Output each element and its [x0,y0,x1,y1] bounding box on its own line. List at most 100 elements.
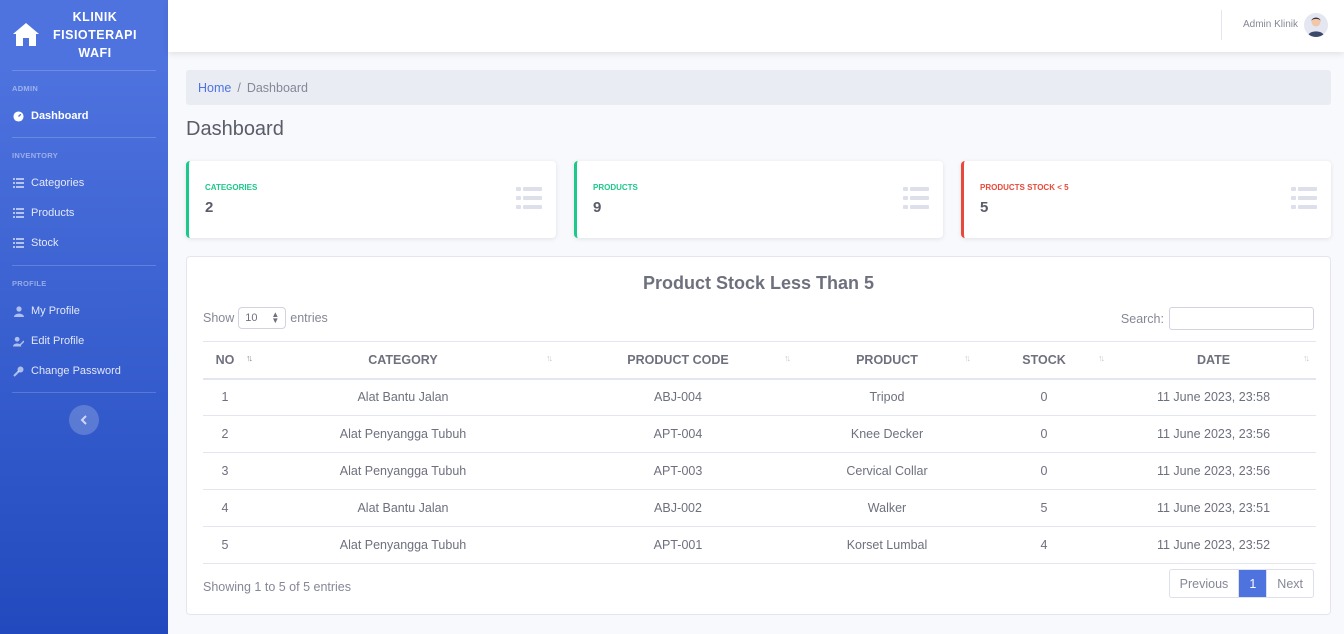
table-row: 3 Alat Penyangga Tubuh APT-003 Cervical … [203,452,1316,490]
sort-icon: ↑↓ [1098,353,1105,363]
column-header-category[interactable]: CATEGORY ↑↓ [247,341,559,380]
card-products-low-stock: PRODUCTS STOCK < 5 5 [961,161,1331,238]
cell-category: Alat Bantu Jalan [247,489,559,527]
show-label: Show [203,311,235,325]
low-stock-table-card: Product Stock Less Than 5 Show 10 ▲ ▼ ent… [186,256,1331,615]
cell-product-code: APT-003 [559,452,797,490]
column-header-stock[interactable]: STOCK ↑↓ [977,341,1111,380]
sidebar-heading-admin: ADMIN [12,84,39,93]
breadcrumb: Home / Dashboard [186,70,1331,105]
cell-product-code: APT-004 [559,415,797,453]
sidebar-item-label: Change Password [31,365,121,377]
card-label: PRODUCTS [593,183,638,192]
cell-product: Walker [797,489,977,527]
list-icon [13,208,24,219]
sidebar-item-categories[interactable]: Categories [0,168,168,198]
chevron-left-icon [80,415,87,425]
low-stock-table: NO ↑↓ CATEGORY ↑↓ PRODUCT CODE ↑↓ PRODUCT ↑↓… [203,341,1316,564]
topbar: Admin Klinik [168,0,1344,52]
cell-product: Korset Lumbal [797,526,977,564]
column-header-date[interactable]: DATE ↑↓ [1111,341,1316,380]
card-label: CATEGORIES [205,183,258,192]
cell-stock: 0 [977,378,1111,416]
sidebar-item-label: Edit Profile [31,335,85,347]
cell-no: 3 [203,452,247,490]
column-header-product[interactable]: PRODUCT ↑↓ [797,341,977,380]
list-icon [516,187,542,209]
sidebar-toggle-button[interactable] [69,405,99,435]
sidebar-item-edit-profile[interactable]: Edit Profile [0,326,168,356]
cell-no: 5 [203,526,247,564]
entries-label: entries [290,311,328,325]
cell-no: 4 [203,489,247,527]
avatar[interactable] [1304,13,1328,37]
table-title: Product Stock Less Than 5 [642,273,875,293]
list-icon [903,187,929,209]
cell-no: 1 [203,378,247,416]
sidebar-item-label: Categories [31,177,85,189]
sidebar-item-stock[interactable]: Stock [0,228,168,258]
sort-icon: ↑↓ [546,353,553,363]
table-row: 4 Alat Bantu Jalan ABJ-002 Walker 5 11 J… [203,489,1316,527]
card-value: 9 [593,199,602,216]
cell-product-code: APT-001 [559,526,797,564]
sidebar-divider [12,392,156,393]
sort-icon: ↑↓ [964,353,971,363]
cell-product-code: ABJ-004 [559,378,797,416]
cell-no: 2 [203,415,247,453]
brand-title: KLINIK FISIOTERAPI WAFI [53,10,137,60]
sort-icon: ↑↓ [784,353,791,363]
cell-stock: 0 [977,415,1111,453]
dashboard-icon [13,110,24,122]
cell-stock: 4 [977,526,1111,564]
next-page-button[interactable]: Next [1266,570,1313,597]
card-value: 5 [980,199,989,216]
page-title: Dashboard [186,118,284,140]
previous-page-button[interactable]: Previous [1170,570,1240,597]
brand[interactable]: KLINIK FISIOTERAPI WAFI [0,0,168,70]
card-products: PRODUCTS 9 [574,161,943,238]
cell-product: Tripod [797,378,977,416]
search-input[interactable] [1169,307,1314,330]
search-label: Search: [1120,311,1164,326]
user-name[interactable]: Admin Klinik [1243,19,1298,30]
sidebar: KLINIK FISIOTERAPI WAFI ADMIN Dashboard … [0,0,168,634]
page-1-button[interactable]: 1 [1239,570,1267,597]
list-icon [1291,187,1317,209]
user-avatar-icon [1304,13,1328,37]
cell-product: Cervical Collar [797,452,977,490]
sidebar-item-dashboard[interactable]: Dashboard [0,101,168,131]
sidebar-item-label: Stock [31,237,59,249]
user-icon [13,305,24,317]
breadcrumb-separator: / [237,80,241,95]
page-size-value: 10 [245,312,258,324]
cell-date: 11 June 2023, 23:52 [1111,526,1316,564]
sidebar-heading-inventory: INVENTORY [12,151,59,160]
user-edit-icon [13,336,24,347]
table-info: Showing 1 to 5 of 5 entries [203,580,352,594]
show-entries: Show 10 ▲ ▼ entries [203,307,328,329]
cell-product: Knee Decker [797,415,977,453]
sidebar-item-my-profile[interactable]: My Profile [0,296,168,326]
sidebar-item-label: Dashboard [31,110,89,122]
card-label: PRODUCTS STOCK < 5 [980,183,1069,192]
cell-date: 11 June 2023, 23:56 [1111,415,1316,453]
sort-caret-icon: ▲ ▼ [271,310,280,325]
sort-icon: ↑↓ [1303,353,1310,363]
cell-date: 11 June 2023, 23:51 [1111,489,1316,527]
cell-category: Alat Penyangga Tubuh [247,526,559,564]
cell-stock: 0 [977,452,1111,490]
page-size-select[interactable]: 10 ▲ ▼ [238,307,287,329]
column-header-no[interactable]: NO ↑↓ [203,341,253,380]
sidebar-heading-profile: PROFILE [12,279,47,288]
table-row: 1 Alat Bantu Jalan ABJ-004 Tripod 0 11 J… [203,378,1316,416]
column-header-product-code[interactable]: PRODUCT CODE ↑↓ [559,341,797,380]
breadcrumb-home-link[interactable]: Home [198,81,231,95]
cell-date: 11 June 2023, 23:58 [1111,378,1316,416]
sidebar-item-products[interactable]: Products [0,198,168,228]
cell-category: Alat Bantu Jalan [247,378,559,416]
table-row: 5 Alat Penyangga Tubuh APT-001 Korset Lu… [203,526,1316,564]
sidebar-item-change-password[interactable]: Change Password [0,356,168,386]
list-icon [13,178,24,189]
topbar-divider [1221,10,1222,40]
